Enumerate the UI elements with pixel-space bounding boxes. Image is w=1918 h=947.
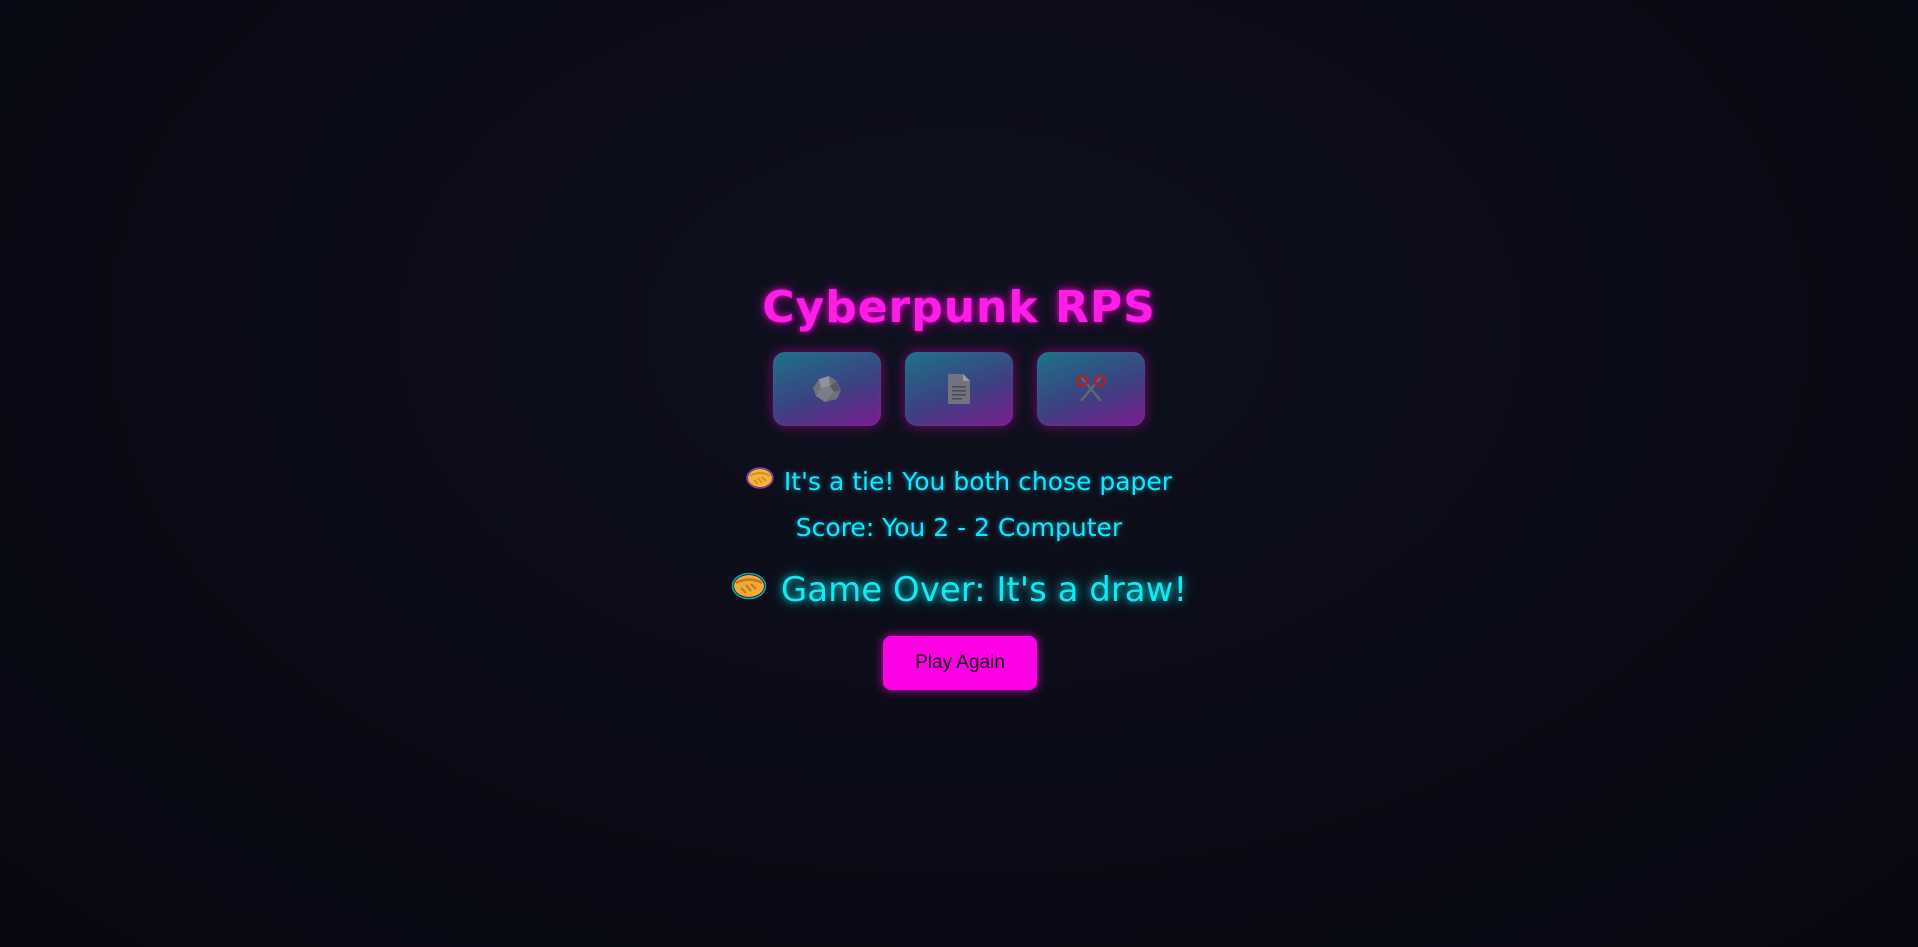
scissors-button[interactable] xyxy=(1037,352,1145,426)
round-result: It's a tie! You both chose paper xyxy=(0,466,1918,496)
handshake-icon xyxy=(731,570,767,610)
game-title: Cyberpunk RPS xyxy=(762,282,1156,333)
rock-icon xyxy=(813,376,841,402)
paper-icon xyxy=(948,374,970,404)
rock-button[interactable] xyxy=(773,352,881,426)
round-result-text: It's a tie! You both chose paper xyxy=(783,466,1173,496)
scissors-icon xyxy=(1075,374,1107,402)
game-screen: Cyberpunk RPS It's a tie! You both chose… xyxy=(0,0,1918,947)
choice-buttons xyxy=(0,352,1918,426)
score-display: Score: You 2 - 2 Computer xyxy=(795,513,1123,542)
game-over-message: Game Over: It's a draw! xyxy=(0,570,1918,610)
handshake-icon xyxy=(746,466,774,496)
play-again-button[interactable]: Play Again xyxy=(883,636,1037,690)
game-over-text: Game Over: It's a draw! xyxy=(780,570,1188,610)
paper-button[interactable] xyxy=(905,352,1013,426)
